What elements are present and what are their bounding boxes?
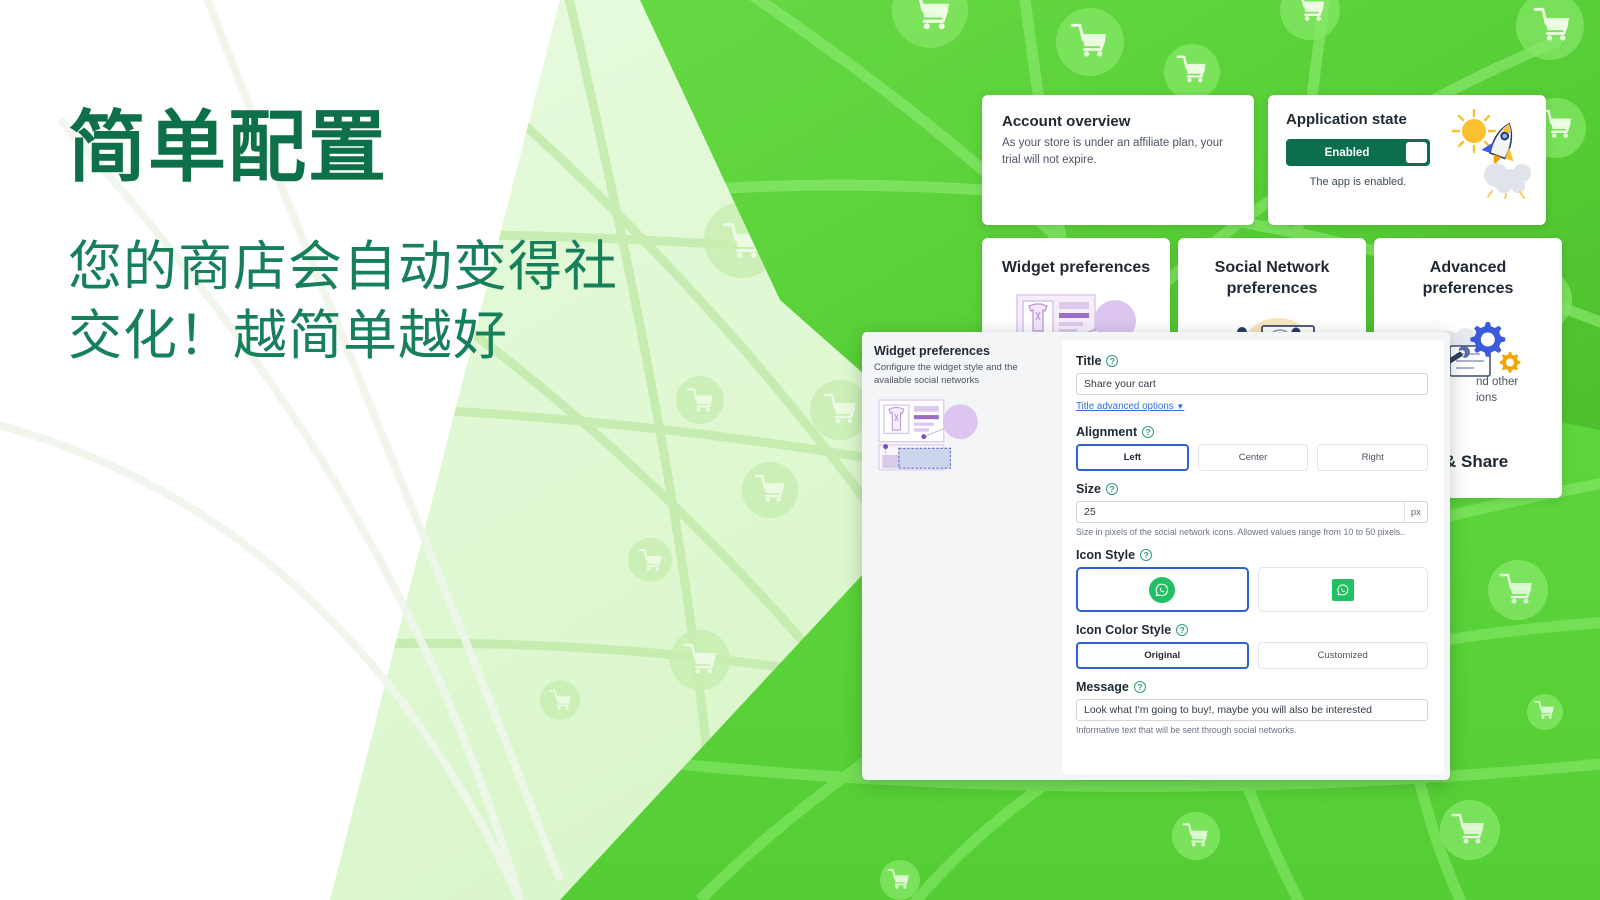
toggle-label: Enabled [1324, 146, 1370, 159]
application-state-title: Application state [1286, 111, 1407, 128]
title-field-label: Title ? [1076, 354, 1428, 368]
alignment-field-group: Alignment ? Left Center Right [1076, 425, 1429, 471]
help-icon[interactable]: ? [1140, 549, 1153, 561]
hero-copy: 简单配置 您的商店会自动变得社交化！越简单越好 [68, 105, 648, 371]
advanced-preferences-tile-title: Advanced preferences [1422, 259, 1514, 297]
icon-style-label-text: Icon Style [1076, 548, 1136, 562]
alignment-option-center[interactable]: Center [1197, 444, 1309, 471]
help-icon[interactable]: ? [1133, 681, 1146, 693]
help-icon[interactable]: ? [1176, 624, 1189, 636]
account-overview-card: Account overview As your store is under … [982, 95, 1254, 225]
toggle-knob[interactable] [1406, 142, 1427, 163]
size-field-label: Size ? [1076, 482, 1428, 496]
title-field-group: Title ? Title advanced options ▼ [1076, 354, 1428, 414]
icon-style-field-group: Icon Style ? [1076, 548, 1428, 612]
modal-aside-title: Widget preferences [874, 344, 990, 358]
size-input[interactable] [1076, 501, 1404, 523]
account-overview-description: As your store is under an affiliate plan… [1002, 137, 1223, 166]
alignment-field-label: Alignment ? [1076, 425, 1428, 439]
icon-color-style-options: Original Customized [1076, 642, 1428, 669]
icon-color-style-option-original[interactable]: Original [1076, 642, 1249, 669]
chevron-down-icon: ▼ [1176, 402, 1185, 411]
application-state-toggle[interactable]: Enabled [1286, 139, 1430, 166]
help-icon[interactable]: ? [1106, 355, 1119, 367]
widget-preview-thumbnail [878, 399, 978, 471]
help-icon[interactable]: ? [1142, 426, 1155, 438]
modal-aside-description: Configure the widget style and the avail… [874, 362, 1018, 387]
clipped-share-label: & Share [1444, 452, 1509, 471]
square-whatsapp-icon [1331, 578, 1354, 601]
clipped-text-line2: ions [1476, 392, 1498, 404]
icon-color-style-field-label: Icon Color Style ? [1076, 623, 1428, 637]
round-whatsapp-icon [1149, 576, 1176, 603]
widget-preferences-tile-title: Widget preferences [1001, 259, 1151, 276]
help-icon[interactable]: ? [1106, 483, 1119, 495]
message-label-text: Message [1076, 680, 1129, 694]
social-network-preferences-tile-title: Social Network preferences [1214, 259, 1330, 297]
icon-style-option-round[interactable] [1076, 567, 1249, 612]
icon-style-field-label: Icon Style ? [1076, 548, 1428, 562]
application-state-note: The app is enabled. [1309, 176, 1407, 188]
widget-preferences-modal: Widget preferences Configure the widget … [862, 332, 1450, 780]
alignment-label-text: Alignment [1076, 425, 1138, 439]
alignment-option-left[interactable]: Left [1076, 444, 1189, 471]
modal-body: Title ? Title advanced options ▼ Alignme… [1062, 340, 1444, 774]
account-overview-title: Account overview [1002, 113, 1131, 130]
modal-aside: Widget preferences Configure the widget … [862, 332, 1062, 780]
alignment-segmented-control: Left Center Right [1076, 444, 1429, 471]
icon-style-options [1076, 567, 1428, 612]
alignment-option-right[interactable]: Right [1317, 444, 1429, 471]
message-input[interactable] [1076, 699, 1428, 721]
hero-subheading: 您的商店会自动变得社交化！越简单越好 [68, 237, 618, 367]
message-field-group: Message ? Informative text that will be … [1076, 680, 1428, 735]
title-advanced-options-link[interactable]: Title advanced options ▼ [1076, 401, 1184, 412]
icon-color-style-option-customized[interactable]: Customized [1257, 642, 1428, 669]
clipped-text-line1: nd other [1476, 376, 1519, 388]
hero-heading: 简单配置 [68, 103, 389, 191]
screenshot-stage: 简单配置 您的商店会自动变得社交化！越简单越好 Account overview… [0, 0, 1600, 900]
icon-color-style-label-text: Icon Color Style [1076, 623, 1172, 637]
message-hint: Informative text that will be sent throu… [1076, 725, 1297, 735]
title-advanced-options-label: Title advanced options [1076, 401, 1174, 412]
size-hint: Size in pixels of the social network ico… [1076, 527, 1406, 537]
icon-style-option-square[interactable] [1257, 567, 1428, 612]
title-label-text: Title [1076, 354, 1102, 368]
message-field-label: Message ? [1076, 680, 1428, 694]
icon-color-style-field-group: Icon Color Style ? Original Customized [1076, 623, 1428, 669]
size-unit-suffix: px [1403, 501, 1428, 523]
size-field-group: Size ? px Size in pixels of the social n… [1076, 482, 1428, 537]
application-state-card: Application state Enabled The app is ena… [1268, 95, 1546, 225]
size-input-wrapper: px [1076, 501, 1428, 523]
rocket-and-sun-illustration [1451, 108, 1531, 199]
title-input[interactable] [1076, 373, 1428, 395]
size-label-text: Size [1076, 482, 1102, 496]
